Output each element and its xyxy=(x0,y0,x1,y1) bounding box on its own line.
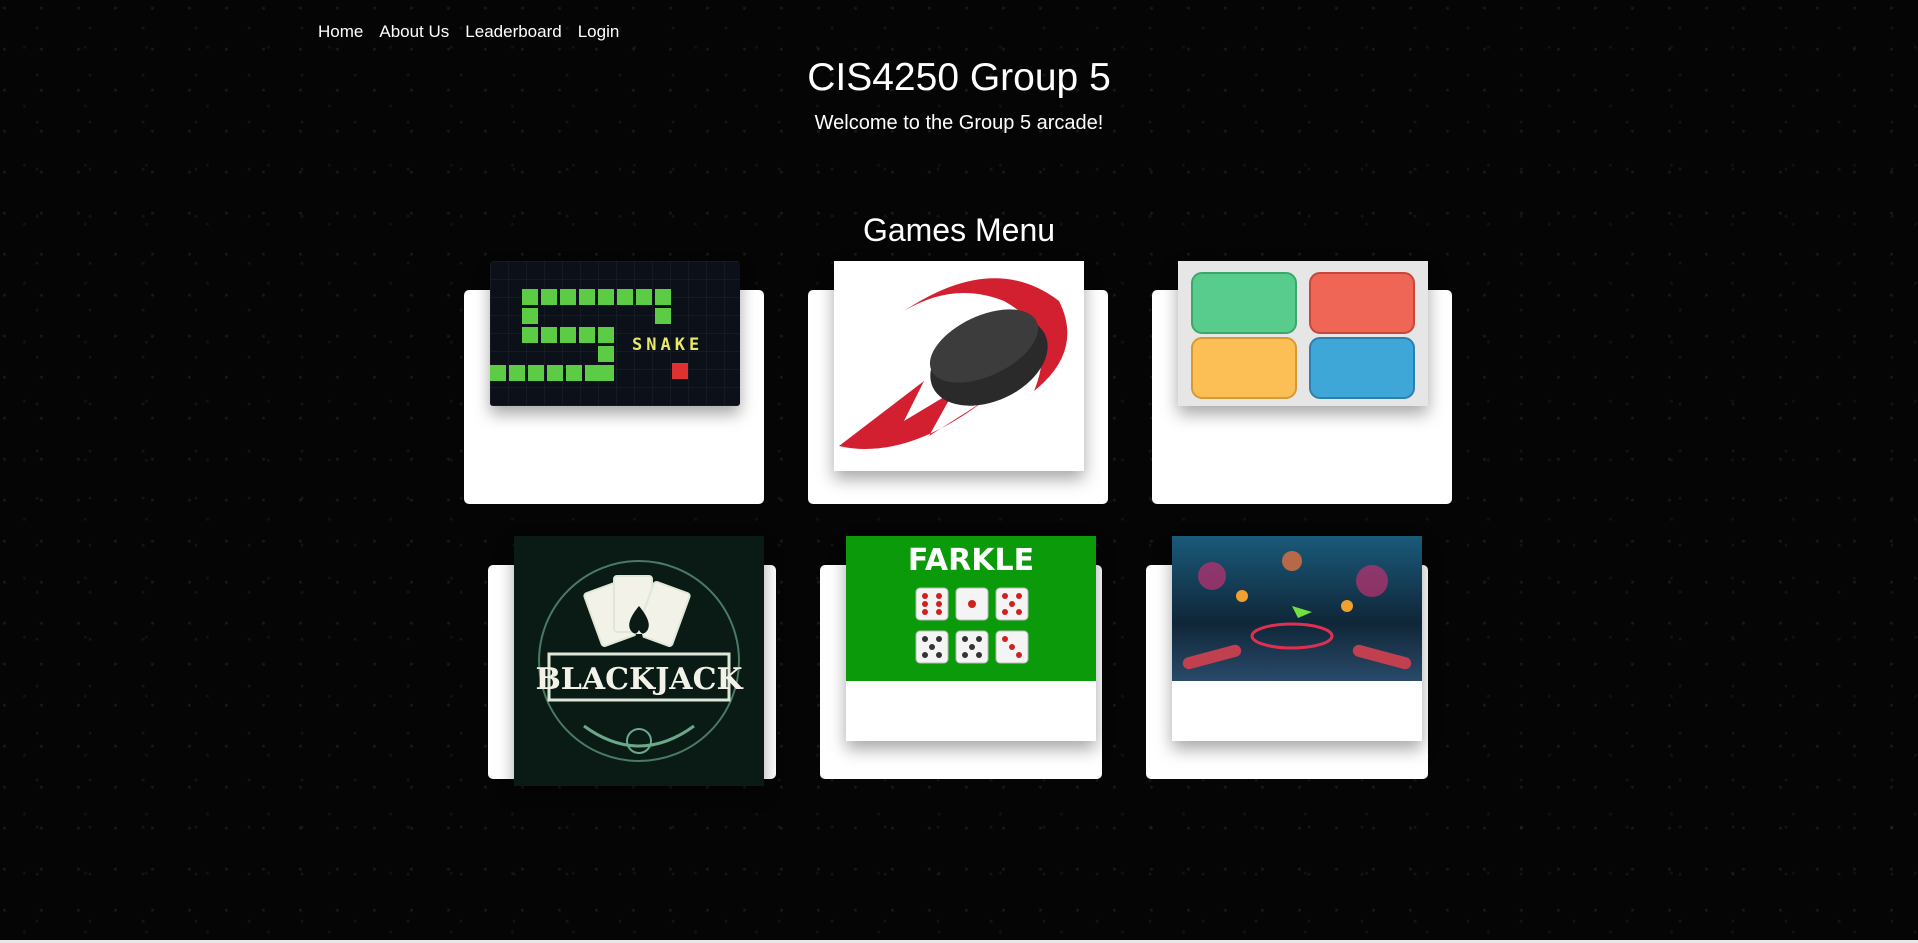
top-nav: Home About Us Leaderboard Login xyxy=(318,22,619,42)
farkle-dice-icon[interactable]: FARKLE xyxy=(846,536,1096,741)
blackjack-logo-text: BLACKJACK xyxy=(535,662,743,697)
blackjack-icon[interactable]: BLACKJACK xyxy=(514,536,764,786)
color-memory-icon[interactable] xyxy=(1178,261,1428,406)
farkle-logo-text: FARKLE xyxy=(908,543,1034,578)
pinball-icon[interactable] xyxy=(1172,536,1422,741)
snake-icon[interactable]: SNAKE xyxy=(490,261,740,406)
snake-logo-text: SNAKE xyxy=(632,335,703,355)
nav-login-link[interactable]: Login xyxy=(578,22,620,42)
nav-home-link[interactable]: Home xyxy=(318,22,363,42)
games-menu-heading: Games Menu xyxy=(862,212,1056,248)
page-subtitle: Welcome to the Group 5 arcade! xyxy=(814,112,1104,134)
page-title: CIS4250 Group 5 xyxy=(807,56,1111,99)
hockey-puck-icon[interactable] xyxy=(834,261,1084,471)
nav-about-us-link[interactable]: About Us xyxy=(379,22,449,42)
nav-leaderboard-link[interactable]: Leaderboard xyxy=(465,22,561,42)
